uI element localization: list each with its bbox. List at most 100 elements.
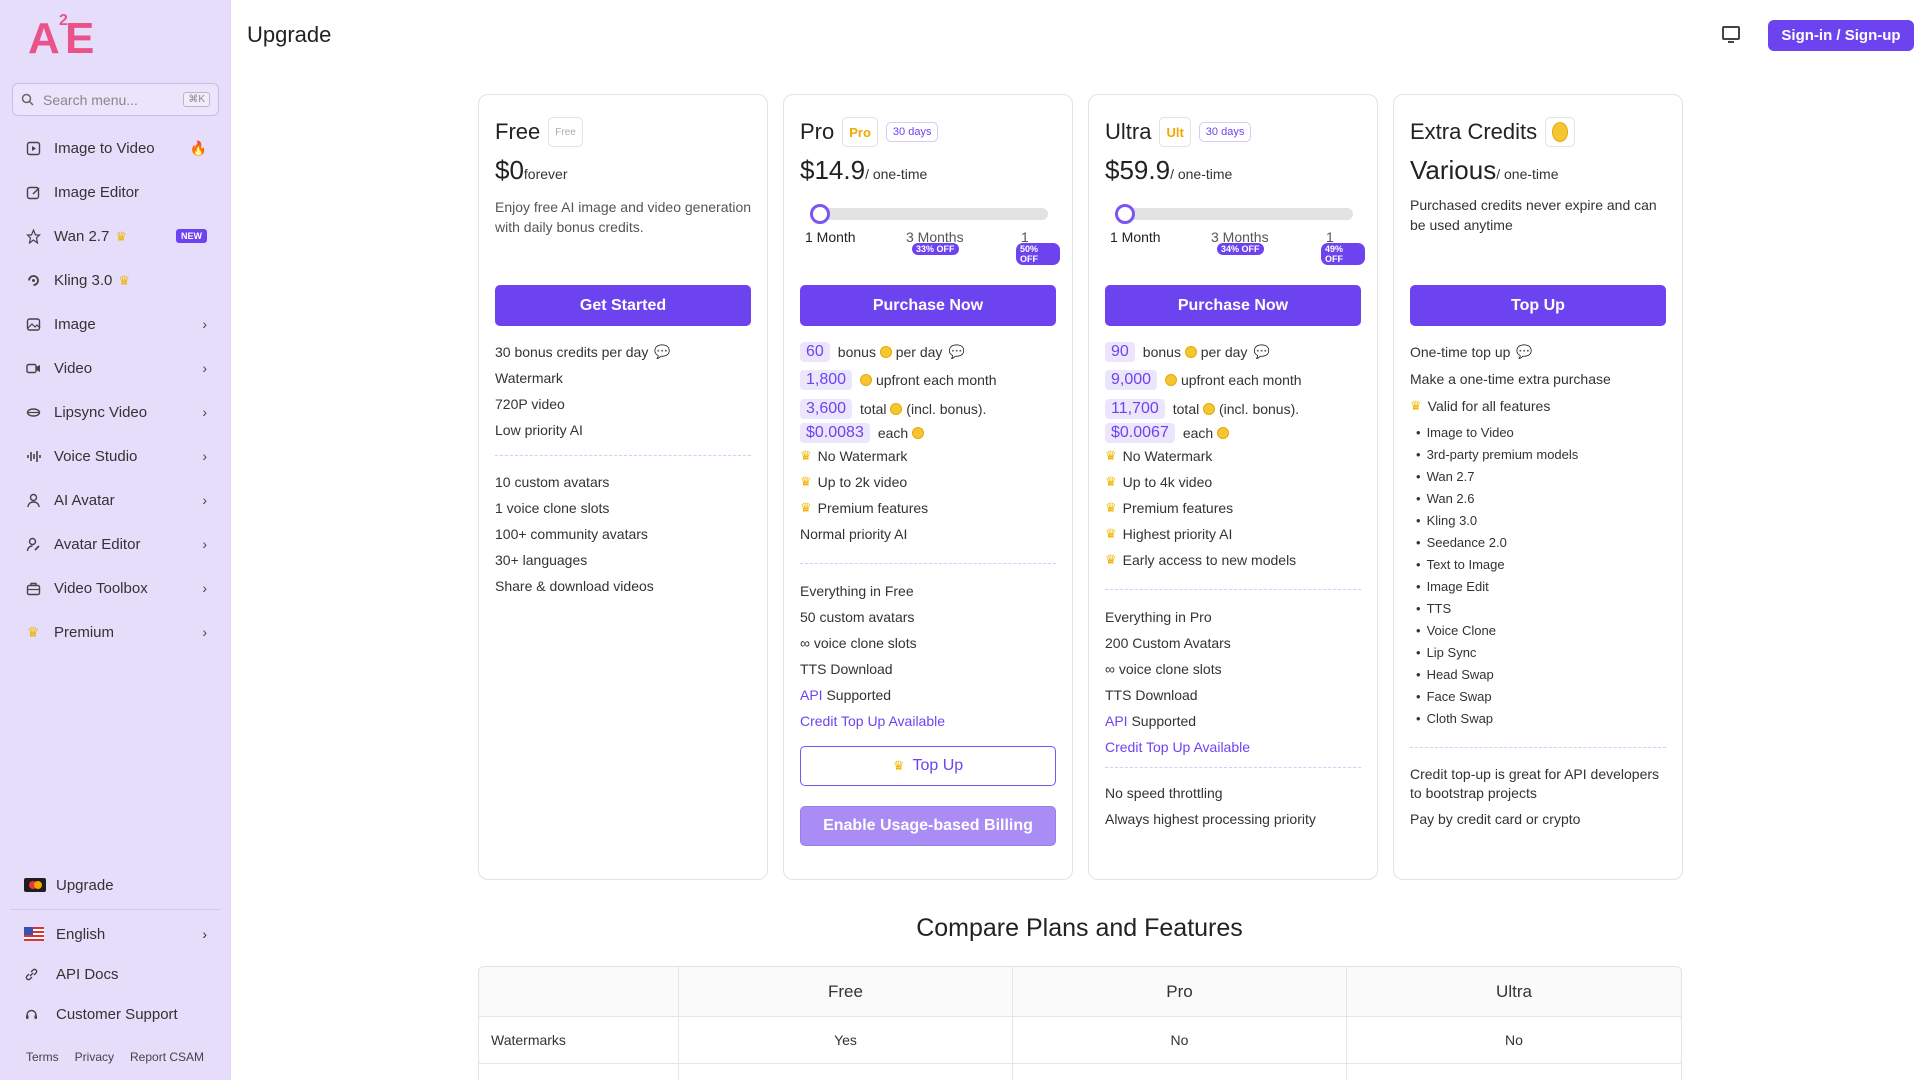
app-logo[interactable]: A2E [26, 10, 106, 63]
new-badge: NEW [176, 229, 207, 243]
duration-slider[interactable]: 1 Month 3 Months 1 Year 33% OFF 50% OFF [800, 201, 1060, 265]
slider-option-1-month[interactable]: 1 Month [805, 229, 856, 245]
sidebar-item-label: Image [54, 315, 96, 333]
feature-item: Credit Top Up Available [1105, 734, 1365, 760]
feature-item: 50 custom avatars [800, 609, 915, 625]
plan-features: 30 bonus credits per day 💬 Watermark 720P… [495, 339, 755, 443]
bullet-item: Head Swap [1410, 663, 1670, 685]
plan-features: 60 bonus per day 💬 1,800 upfront each mont… [800, 339, 1060, 547]
table-cell-label: API [479, 1064, 679, 1080]
divider [10, 909, 221, 910]
crown-icon: ♛ [115, 228, 127, 244]
table-header-cell [479, 967, 679, 1016]
fire-icon: 🔥 [189, 139, 207, 156]
api-link[interactable]: API [1105, 713, 1128, 729]
bullet-item: Seedance 2.0 [1410, 531, 1670, 553]
sidebar-item-kling[interactable]: Kling 3.0 ♛ [10, 258, 221, 302]
edit-icon [24, 183, 42, 201]
signin-button[interactable]: Sign-in / Sign-up [1768, 20, 1914, 51]
sidebar-item-customer-support[interactable]: Customer Support [10, 994, 221, 1034]
page-title: Upgrade [247, 22, 332, 47]
sidebar-item-image-to-video[interactable]: Image to Video 🔥 [10, 126, 221, 170]
bullet-item: Face Swap [1410, 685, 1670, 707]
feature-item: Share & download videos [495, 578, 654, 594]
slider-track[interactable] [1117, 208, 1353, 220]
sidebar-item-label: Premium [54, 623, 115, 641]
purchase-now-button[interactable]: Purchase Now [1105, 285, 1361, 326]
table-cell: Yes [679, 1017, 1013, 1063]
coin-icon [1552, 122, 1569, 142]
compare-table: Free Pro Ultra Watermarks Yes No No API … [478, 966, 1682, 1080]
sidebar-item-ai-avatar[interactable]: AI Avatar › [10, 478, 221, 522]
plan-features-secondary: Everything in Pro 200 Custom Avatars ∞ v… [1105, 604, 1365, 760]
crown-icon: ♛ [800, 448, 812, 463]
crown-icon: ♛ [1105, 526, 1117, 541]
privacy-link[interactable]: Privacy [75, 1050, 114, 1064]
get-started-button[interactable]: Get Started [495, 285, 751, 326]
language-selector[interactable]: English › [10, 914, 221, 954]
slider-thumb[interactable] [810, 204, 830, 224]
chat-bubble-icon: 💬 [948, 344, 965, 359]
sidebar-item-label: Image Editor [54, 183, 140, 201]
divider [800, 563, 1056, 564]
feature-total: 11,700 total (incl. bonus). [1105, 394, 1365, 423]
feature-upfront: 1,800 upfront each month [800, 365, 1060, 394]
discount-badge: 34% OFF [1217, 243, 1264, 255]
plan-card-free: Free Free $0forever Enjoy free AI image … [478, 94, 768, 880]
plan-price: $14.9/ one-time [800, 155, 928, 185]
usage-billing-button[interactable]: Enable Usage-based Billing [800, 806, 1056, 846]
feature-item: Always highest processing priority [1105, 811, 1316, 827]
coin-icon [1217, 427, 1230, 439]
kling-icon [24, 271, 42, 289]
api-link[interactable]: API [800, 687, 823, 703]
sidebar-item-image-editor[interactable]: Image Editor [10, 170, 221, 214]
plan-description: Enjoy free AI image and video generation… [495, 199, 752, 235]
bullet-item: Image to Video [1410, 421, 1670, 443]
crown-icon: ♛ [1410, 398, 1422, 413]
table-cell-label: Watermarks [479, 1017, 679, 1063]
search-input[interactable]: Search menu... ⌘K [12, 83, 219, 116]
sidebar-item-voice-studio[interactable]: Voice Studio › [10, 434, 221, 478]
sidebar-item-label: Video [54, 359, 93, 377]
sidebar-item-premium[interactable]: ♛ Premium › [10, 610, 221, 654]
top-up-button[interactable]: ♛ Top Up [800, 746, 1056, 786]
sidebar-item-video[interactable]: Video › [10, 346, 221, 390]
sidebar-item-lipsync-video[interactable]: Lipsync Video › [10, 390, 221, 434]
slider-thumb[interactable] [1115, 204, 1135, 224]
coin-icon [1165, 373, 1178, 386]
sidebar-item-label: Voice Studio [54, 447, 138, 465]
duration-slider[interactable]: 1 Month 3 Months 1 Year 34% OFF 49% OFF [1105, 201, 1365, 265]
slider-track[interactable] [812, 208, 1048, 220]
credit-topup-link[interactable]: Credit Top Up Available [800, 713, 945, 729]
sidebar-item-image[interactable]: Image › [10, 302, 221, 346]
discount-badge: 50% OFF [1016, 243, 1060, 265]
monitor-icon[interactable] [1722, 26, 1740, 43]
feature-item: ♛ Up to 2k video [800, 474, 908, 490]
terms-link[interactable]: Terms [26, 1050, 59, 1064]
sidebar-item-api-docs[interactable]: API Docs [10, 954, 221, 994]
discount-badge: 33% OFF [912, 243, 959, 255]
table-header-cell: Ultra [1496, 981, 1532, 1001]
feature-item: ♛ No Watermark [1105, 448, 1213, 464]
coin-badge [1545, 117, 1576, 147]
report-csam-link[interactable]: Report CSAM [130, 1050, 204, 1064]
sidebar-item-wan[interactable]: Wan 2.7 ♛ NEW [10, 214, 221, 258]
sidebar-item-avatar-editor[interactable]: Avatar Editor › [10, 522, 221, 566]
plan-card-pro: Pro Pro 30 days $14.9/ one-time 1 Month … [783, 94, 1073, 880]
slider-option-1-month[interactable]: 1 Month [1110, 229, 1161, 245]
plan-name: Pro Pro 30 days [800, 117, 939, 147]
sidebar-item-video-toolbox[interactable]: Video Toolbox › [10, 566, 221, 610]
crown-icon: ♛ [1105, 448, 1117, 463]
voice-icon [24, 447, 42, 465]
purchase-now-button[interactable]: Purchase Now [800, 285, 1056, 326]
table-header-cell: Free [679, 967, 1013, 1016]
divider [1105, 589, 1361, 590]
sidebar-item-upgrade[interactable]: Upgrade [10, 865, 221, 905]
table-cell: No [679, 1064, 1013, 1080]
top-up-button[interactable]: Top Up [1410, 285, 1666, 326]
plan-name: Ultra Ult 30 days [1105, 117, 1252, 147]
table-row: API No Yes Yes [479, 1064, 1681, 1080]
feature-item: ♛ No Watermark [800, 448, 908, 464]
credit-topup-link[interactable]: Credit Top Up Available [1105, 739, 1250, 755]
discount-badge: 49% OFF [1321, 243, 1365, 265]
